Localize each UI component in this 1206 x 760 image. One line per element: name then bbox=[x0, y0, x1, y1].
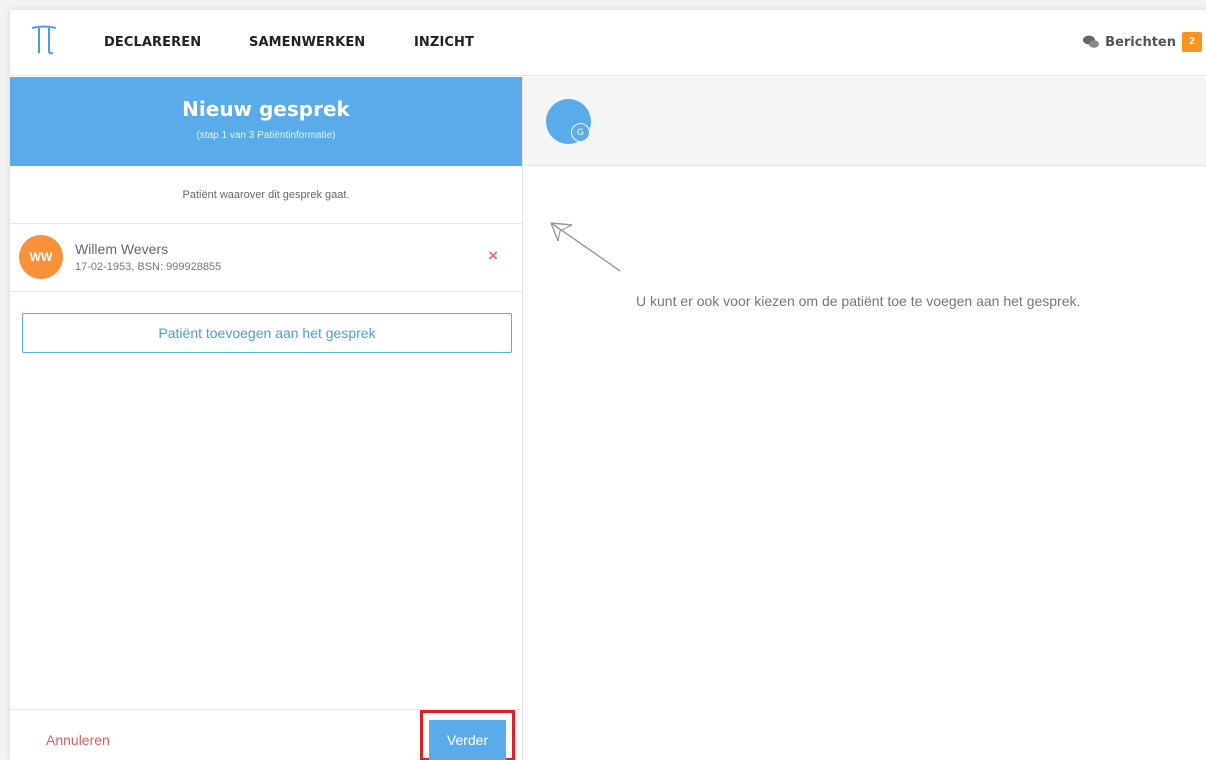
nav-declareren[interactable]: DECLAREREN bbox=[104, 35, 201, 50]
preview-header: G bbox=[524, 77, 1206, 166]
next-button[interactable]: Verder bbox=[429, 720, 506, 760]
add-patient-to-conversation-button[interactable]: Patiënt toevoegen aan het gesprek bbox=[22, 313, 512, 353]
cancel-link[interactable]: Annuleren bbox=[46, 732, 110, 748]
patient-hint: Patiënt waarover dit gesprek gaat. bbox=[10, 166, 522, 224]
chat-bubbles-icon bbox=[1083, 35, 1100, 48]
page-title: Nieuw gesprek bbox=[182, 97, 350, 121]
add-patient-suggestion: U kunt er ook voor kiezen om de patiënt … bbox=[636, 293, 1081, 309]
patient-name: Willem Wevers bbox=[75, 241, 169, 257]
highlight-outline: Verder bbox=[420, 710, 515, 760]
step-indicator: (stap 1 van 3 Patiëntinformatie) bbox=[196, 130, 336, 141]
pointing-arrow-icon bbox=[550, 222, 621, 272]
new-conversation-panel: Nieuw gesprek (stap 1 van 3 Patiëntinfor… bbox=[10, 77, 523, 760]
remove-patient-icon[interactable]: × bbox=[488, 246, 498, 266]
top-navigation: DECLAREREN SAMENWERKEN INZICHT Berichten… bbox=[10, 10, 1206, 76]
panel-header: Nieuw gesprek (stap 1 van 3 Patiëntinfor… bbox=[10, 77, 522, 166]
selected-patient-row: WW Willem Wevers 17-02-1953, BSN: 999928… bbox=[10, 224, 522, 292]
pi-logo-icon[interactable] bbox=[30, 24, 58, 56]
patient-details: 17-02-1953, BSN: 999928855 bbox=[75, 261, 222, 273]
nav-samenwerken[interactable]: SAMENWERKEN bbox=[249, 35, 365, 50]
messages-count-badge: 2 bbox=[1182, 32, 1202, 52]
nav-inzicht[interactable]: INZICHT bbox=[414, 35, 474, 50]
messages-label: Berichten bbox=[1105, 34, 1176, 50]
panel-footer: Annuleren Verder bbox=[10, 709, 522, 760]
patient-avatar: WW bbox=[19, 235, 63, 279]
app-window: DECLAREREN SAMENWERKEN INZICHT Berichten… bbox=[10, 10, 1206, 760]
group-badge: G bbox=[571, 123, 590, 142]
conversation-preview-panel: G U kunt er ook voor kiezen om de patiën… bbox=[524, 77, 1206, 760]
messages-button[interactable]: Berichten 2 bbox=[1083, 32, 1202, 52]
